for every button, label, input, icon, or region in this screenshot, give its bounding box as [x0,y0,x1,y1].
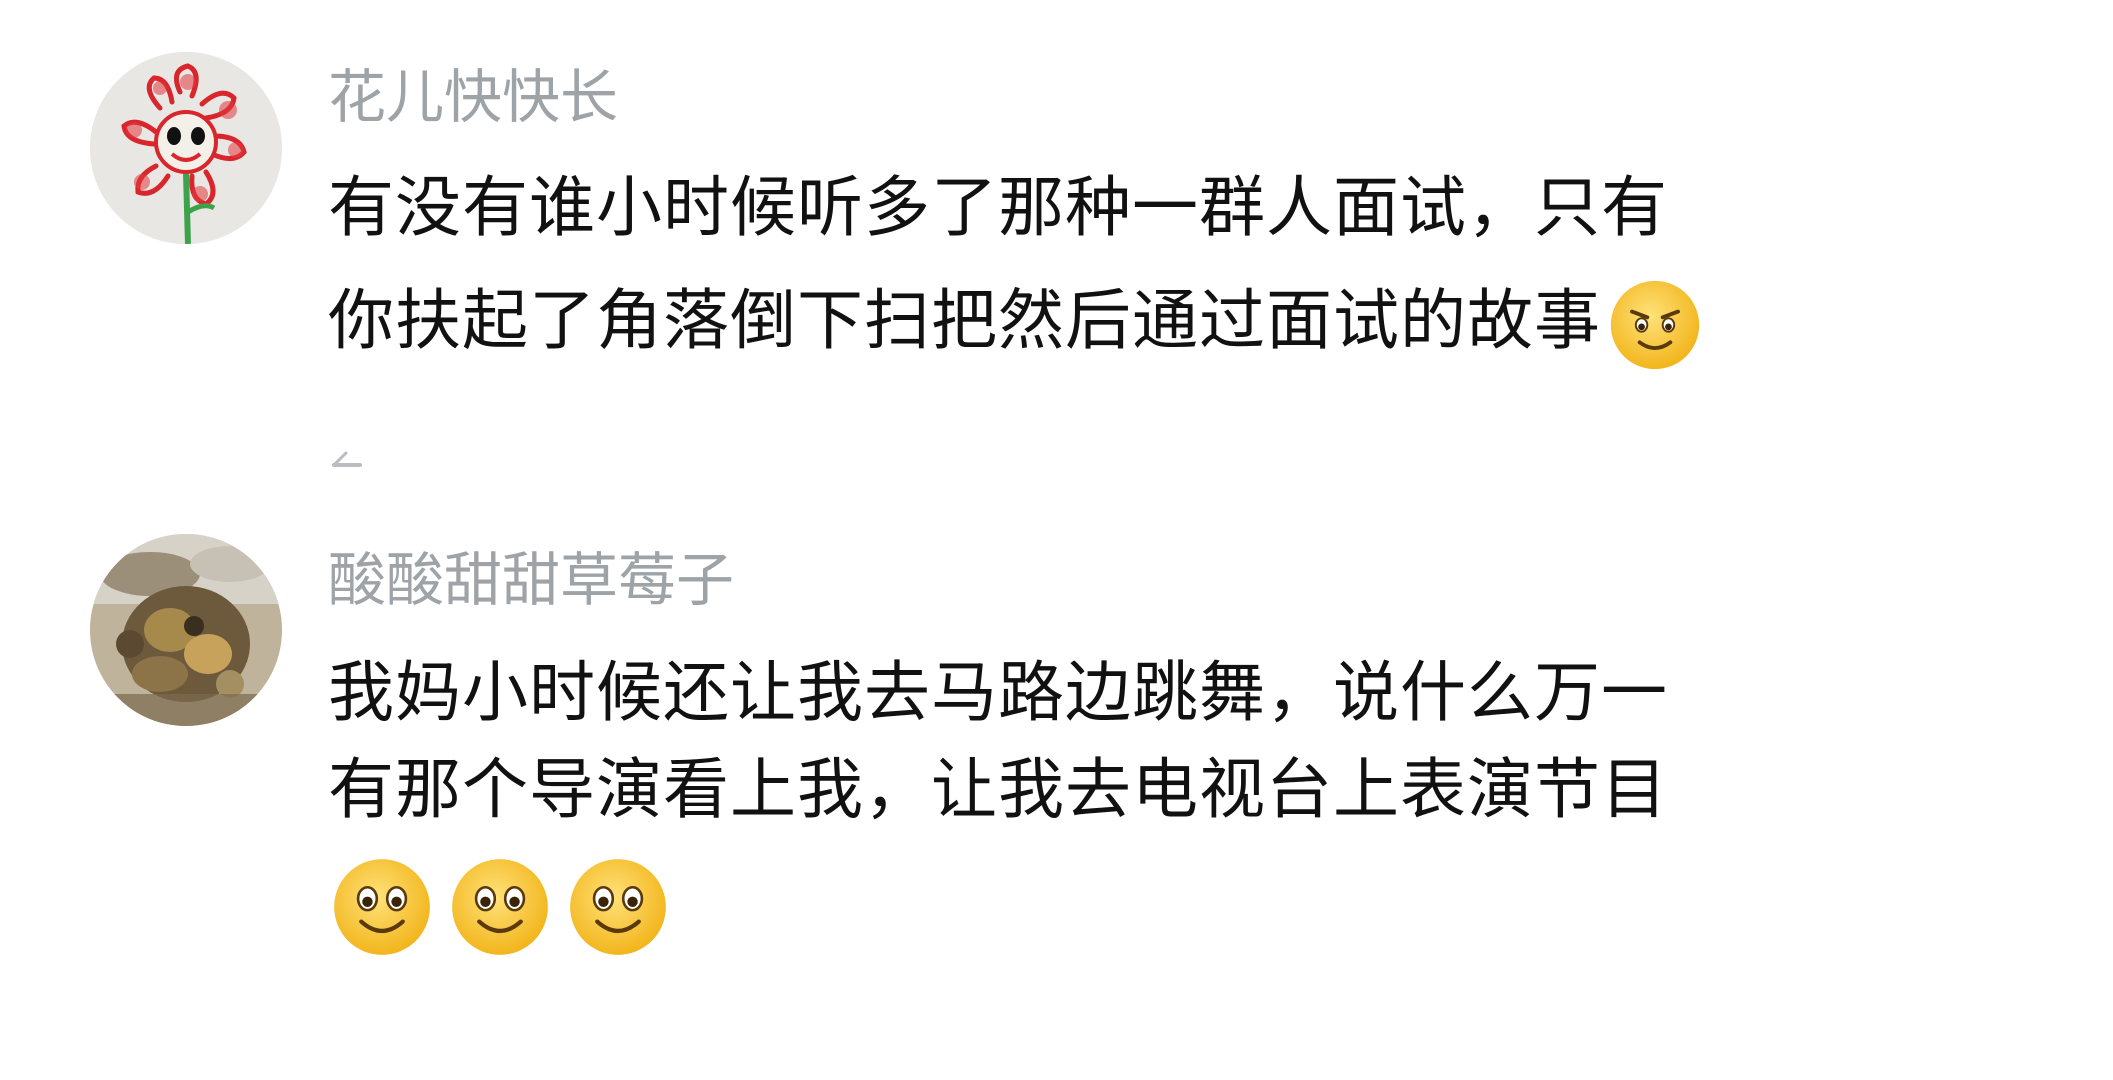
comment-text-line: 我妈小时候还让我去马路边跳舞，说什么万一 [328,654,1668,731]
emoji-row [330,855,670,959]
grin-emoji-icon [330,855,434,959]
grin-emoji-icon [566,855,670,959]
comment-text-line: 你扶起了角落倒下扫把然后通过面试的故事 [328,277,1703,373]
flower-drawing-avatar-icon [90,52,282,244]
smirk-emoji-icon [1607,277,1703,373]
comment-text-line-content: 你扶起了角落倒下扫把然后通过面试的故事 [328,282,1601,360]
avatar[interactable] [90,52,282,244]
grin-emoji-icon [448,855,552,959]
comment-username[interactable]: 酸酸甜甜草莓子 [328,545,734,615]
comment-text-line: 有那个导演看上我，让我去电视台上表演节目 [328,751,1668,828]
comment-text-line: 有没有谁小时候听多了那种一群人面试，只有 [328,169,1668,246]
comment-username[interactable]: 花儿快快长 [328,62,618,132]
avatar[interactable] [90,534,282,726]
photo-avatar-icon [90,534,282,726]
reply-indicator-icon [330,445,364,469]
